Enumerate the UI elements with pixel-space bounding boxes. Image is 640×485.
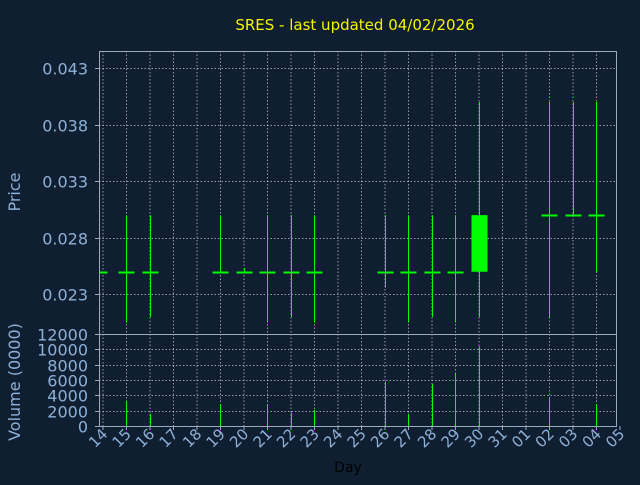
day-tick-label: 23 [297, 425, 323, 451]
day-tick-label: 22 [273, 425, 299, 451]
day-tick-label: 17 [156, 425, 182, 451]
price-plot-frame [99, 51, 617, 335]
volume-panel: 120001000080006000400020000 [37, 326, 617, 437]
day-tick-label: 04 [579, 425, 605, 451]
day-tick-label: 19 [203, 425, 229, 451]
day-tick-label: 14 [85, 425, 111, 451]
day-tick-label: 01 [508, 425, 534, 451]
volume-axis-label: Volume (0000) [5, 323, 24, 441]
day-tick-label: 02 [532, 425, 558, 451]
day-tick-label: 24 [320, 425, 346, 451]
day-tick-label: 05 [602, 425, 628, 451]
price-tick-label: 0.038 [42, 117, 88, 136]
chart-stage: SRES - last updated 04/02/2026 Price Vol… [0, 0, 640, 480]
day-tick-label: 29 [438, 425, 464, 451]
candlestick-chart: SRES - last updated 04/02/2026 Price Vol… [5, 16, 628, 476]
day-tick-label: 31 [485, 425, 511, 451]
day-tick-label: 30 [461, 425, 487, 451]
price-axis-label: Price [5, 172, 24, 211]
chart-title: SRES - last updated 04/02/2026 [235, 16, 474, 34]
day-tick-label: 18 [179, 425, 205, 451]
day-tick-label: 25 [344, 425, 370, 451]
day-tick-label: 20 [226, 425, 252, 451]
day-tick-label: 26 [367, 425, 393, 451]
day-tick-label: 28 [414, 425, 440, 451]
day-tick-label: 21 [250, 425, 276, 451]
day-axis-label: Day [334, 460, 362, 476]
candle-body [471, 215, 488, 272]
price-tick-label: 0.043 [42, 60, 88, 79]
day-tick-label: 27 [391, 425, 417, 451]
day-tick-label: 16 [132, 425, 158, 451]
volume-tick-label: 0 [78, 418, 88, 437]
price-tick-label: 0.028 [42, 230, 88, 249]
price-panel: 0.043 0.038 0.033 0.028 0.023 [42, 51, 617, 335]
day-tick-label: 03 [555, 425, 581, 451]
price-tick-label: 0.033 [42, 173, 88, 192]
price-tick-label: 0.023 [42, 286, 88, 305]
day-tick-label: 15 [109, 425, 135, 451]
x-tick-labels: 1415161718192021222324252627282930310102… [85, 425, 628, 451]
